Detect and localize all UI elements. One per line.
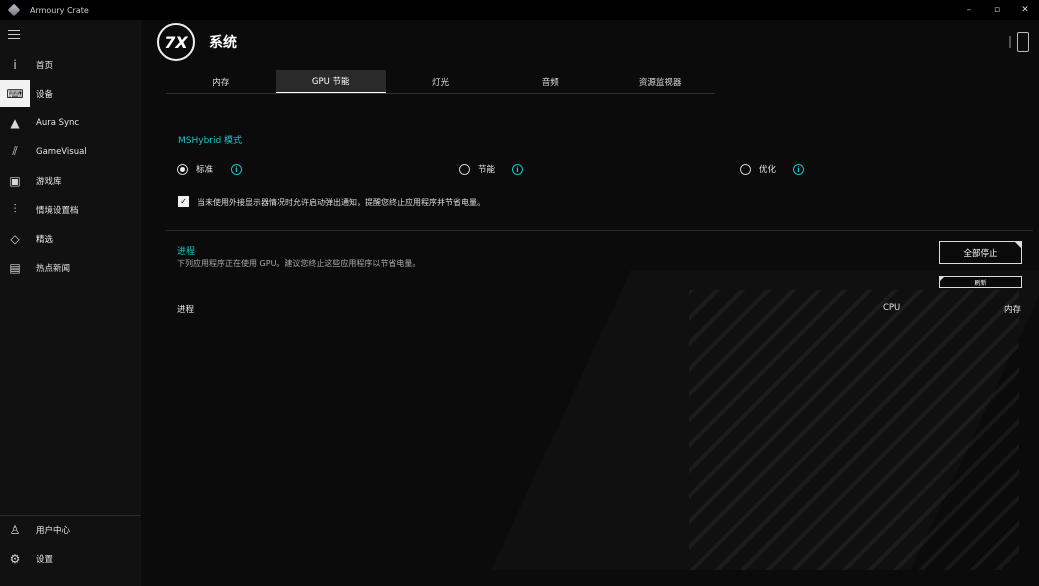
sidebar-item-label: 情境设置档: [36, 205, 79, 216]
notification-checkbox-label: 当未使用外接显示器情况时允许启动弹出通知，提醒您终止应用程序并节省电量。: [197, 198, 485, 207]
column-header-cpu: CPU: [883, 303, 901, 313]
sidebar-item-news[interactable]: ▤ 热点新闻: [0, 254, 141, 281]
column-header-memory: 内存: [1004, 305, 1022, 315]
stop-all-button[interactable]: 全部停止: [939, 241, 1022, 264]
sidebar-item-scenario-profiles[interactable]: ⫶ 情境设置档: [0, 196, 141, 223]
sidebar-item-label: 精选: [36, 234, 54, 245]
sidebar-item-label: 用户中心: [36, 525, 71, 536]
sidebar-item-label: 热点新闻: [36, 263, 71, 274]
radio-label: 节能: [478, 165, 496, 175]
sidebar-item-featured[interactable]: ◇ 精选: [0, 225, 141, 252]
gear-icon: ⚙: [9, 551, 21, 566]
tab-lighting[interactable]: 灯光: [386, 70, 496, 93]
tab-audio[interactable]: 音频: [495, 70, 605, 93]
sidebar-item-label: 游戏库: [36, 176, 62, 187]
system-logo-icon: 7X: [157, 23, 195, 61]
info-icon[interactable]: i: [512, 164, 523, 175]
radio-optimized[interactable]: 优化: [740, 163, 776, 175]
tab-gpu-power-saving[interactable]: GPU 节能: [275, 70, 386, 93]
app-title: Armoury Crate: [30, 5, 89, 15]
sidebar-item-label: 设置: [36, 554, 54, 565]
sidebar-item-label: 首页: [36, 60, 54, 71]
info-icon[interactable]: i: [793, 164, 804, 175]
radio-circle: [459, 163, 470, 175]
radio-label: 标准: [196, 165, 214, 175]
main-content: 7X 系统 内存 GPU 节能 灯光 音频 资源监视器 MSHybrid 模式 …: [141, 20, 1039, 586]
radio-power-saving[interactable]: 节能: [459, 163, 495, 175]
game-library-icon: ▣: [9, 173, 21, 188]
device-icon[interactable]: [1017, 32, 1029, 52]
device-indicator-bar: [1009, 36, 1011, 48]
mshybrid-title: MSHybrid 模式: [178, 136, 243, 146]
home-icon: ⅰ: [13, 57, 17, 72]
sidebar-item-label: Aura Sync: [36, 117, 80, 128]
maximize-button[interactable]: ▫: [983, 0, 1011, 20]
sidebar-item-label: 设备: [36, 89, 54, 100]
sidebar-item-user-center[interactable]: ♙ 用户中心: [0, 516, 141, 543]
section-divider: [166, 230, 1033, 231]
info-icon[interactable]: i: [231, 164, 242, 175]
tag-icon: ◇: [10, 231, 20, 246]
aura-icon: ▲: [10, 115, 20, 130]
process-subtitle: 下列应用程序正在使用 GPU。建议您终止这些应用程序以节省电量。: [177, 259, 421, 268]
background-stripes: [689, 290, 1019, 570]
app-logo-icon: [7, 3, 21, 17]
radio-circle: [177, 163, 188, 175]
sidebar-item-settings[interactable]: ⚙ 设置: [0, 545, 141, 572]
radio-standard[interactable]: 标准: [177, 163, 213, 175]
close-button[interactable]: ✕: [1011, 0, 1039, 20]
process-title: 进程: [177, 247, 196, 257]
radio-label: 优化: [759, 165, 777, 175]
tab-bar: 内存 GPU 节能 灯光 音频 资源监视器: [166, 70, 715, 94]
minimize-button[interactable]: –: [955, 0, 983, 20]
user-icon: ♙: [9, 522, 21, 537]
tab-resource-monitor[interactable]: 资源监视器: [605, 70, 715, 93]
sidebar-item-home[interactable]: ⅰ 首页: [0, 51, 141, 78]
sidebar: ⅰ 首页 ⌨ 设备 ▲ Aura Sync ⫽ GameVisual ▣ 游戏库…: [0, 20, 141, 586]
sidebar-item-device[interactable]: ⌨ 设备: [0, 80, 141, 107]
sliders-icon: ⫶: [13, 202, 17, 216]
notification-checkbox[interactable]: ✓: [178, 196, 189, 207]
sidebar-item-game-library[interactable]: ▣ 游戏库: [0, 167, 141, 194]
radio-circle: [740, 163, 751, 175]
refresh-button[interactable]: 刷新: [939, 276, 1022, 288]
sidebar-item-gamevisual[interactable]: ⫽ GameVisual: [0, 138, 141, 165]
column-header-process: 进程: [177, 305, 195, 315]
tab-memory[interactable]: 内存: [166, 70, 276, 93]
page-title: 系统: [209, 35, 237, 51]
hamburger-menu-icon[interactable]: [8, 30, 20, 40]
sidebar-item-aura-sync[interactable]: ▲ Aura Sync: [0, 109, 141, 136]
keyboard-device-icon: ⌨: [0, 80, 30, 107]
news-icon: ▤: [9, 260, 21, 275]
sidebar-item-label: GameVisual: [36, 146, 87, 157]
window-controls: – ▫ ✕: [955, 0, 1039, 20]
title-bar: Armoury Crate – ▫ ✕: [0, 0, 1039, 20]
gamevisual-icon: ⫽: [12, 144, 18, 158]
